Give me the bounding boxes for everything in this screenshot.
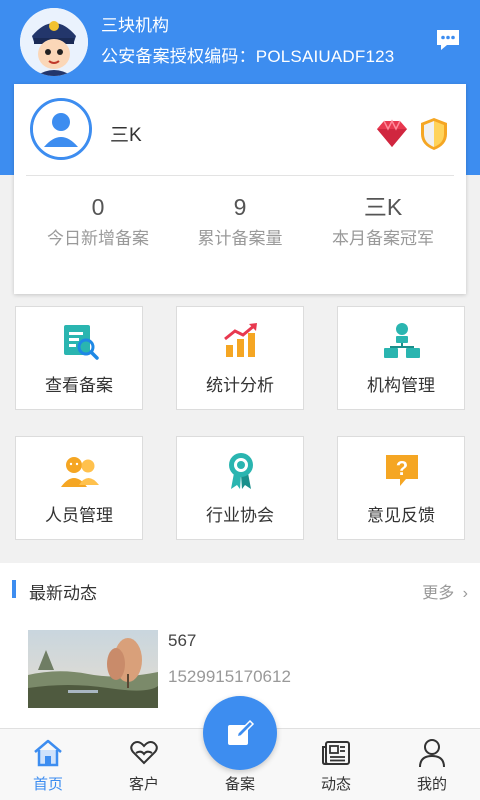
menu-label: 意见反馈 xyxy=(367,506,435,525)
stat-value: 0 xyxy=(91,194,105,220)
gem-icon xyxy=(375,119,409,149)
menu-feedback[interactable]: ? 意见反馈 xyxy=(337,436,465,540)
tab-label: 首页 xyxy=(32,776,63,793)
stat-total: 9 累计备案量 xyxy=(165,192,315,249)
profile-card: 三K 0 今日新增备案 9 累计备案量 三K 本月备案冠军 xyxy=(14,84,466,294)
news-section-title: 最新动态 xyxy=(29,584,97,603)
user-name: 三K xyxy=(110,125,142,146)
stat-label: 今日新增备案 xyxy=(47,229,149,248)
tab-customers[interactable]: 客户 xyxy=(96,729,192,800)
menu-label: 查看备案 xyxy=(45,376,113,395)
menu-statistics[interactable]: 统计分析 xyxy=(176,306,304,410)
stat-today-new: 0 今日新增备案 xyxy=(23,192,173,249)
tab-label: 我的 xyxy=(416,776,447,793)
home-icon xyxy=(32,737,64,769)
tab-label: 客户 xyxy=(128,776,159,793)
menu-view-records[interactable]: 查看备案 xyxy=(15,306,143,410)
menu-label: 统计分析 xyxy=(206,376,274,395)
question-feedback-icon: ? xyxy=(382,451,422,491)
stat-value: 三K xyxy=(363,194,403,220)
section-accent-bar xyxy=(12,580,16,598)
stat-champion: 三K 本月备案冠军 xyxy=(308,192,458,249)
landscape-thumbnail[interactable] xyxy=(28,630,158,708)
award-ribbon-icon xyxy=(221,451,261,491)
svg-text:?: ? xyxy=(396,458,408,480)
news-item-time: 1529915170612 xyxy=(168,667,291,686)
news-icon xyxy=(320,737,352,769)
edit-icon xyxy=(228,719,255,745)
stat-label: 累计备案量 xyxy=(197,229,283,248)
menu-industry-association[interactable]: 行业协会 xyxy=(176,436,304,540)
shield-icon xyxy=(419,117,449,151)
chat-bubble-icon[interactable] xyxy=(434,26,462,54)
menu-staff-management[interactable]: 人员管理 xyxy=(15,436,143,540)
menu-org-management[interactable]: 机构管理 xyxy=(337,306,465,410)
stat-label: 本月备案冠军 xyxy=(332,229,434,248)
create-record-button[interactable] xyxy=(203,696,277,770)
org-name: 三块机构 xyxy=(101,16,169,35)
card-divider xyxy=(26,175,454,176)
stat-value: 9 xyxy=(233,194,247,220)
police-avatar-icon xyxy=(20,8,88,76)
news-item-title[interactable]: 567 xyxy=(168,631,196,651)
tab-label: 动态 xyxy=(320,776,351,793)
menu-label: 机构管理 xyxy=(367,376,435,395)
people-icon xyxy=(60,451,100,491)
menu-label: 人员管理 xyxy=(45,506,113,525)
org-code: 公安备案授权编码：POLSAIUADF123 xyxy=(101,47,395,66)
chevron-right-icon: › xyxy=(462,585,468,602)
tab-home[interactable]: 首页 xyxy=(0,729,96,800)
org-structure-icon xyxy=(382,321,422,361)
news-more-link[interactable]: 更多 › xyxy=(422,579,468,603)
menu-label: 行业协会 xyxy=(206,506,274,525)
user-avatar-icon[interactable] xyxy=(30,98,92,160)
tab-mine[interactable]: 我的 xyxy=(384,729,480,800)
bar-chart-icon xyxy=(221,321,261,361)
tab-label: 备案 xyxy=(224,776,255,793)
more-label: 更多 xyxy=(422,585,455,602)
person-icon xyxy=(416,737,448,769)
heart-hands-icon xyxy=(128,737,160,769)
document-search-icon xyxy=(60,321,100,361)
tab-news[interactable]: 动态 xyxy=(288,729,384,800)
